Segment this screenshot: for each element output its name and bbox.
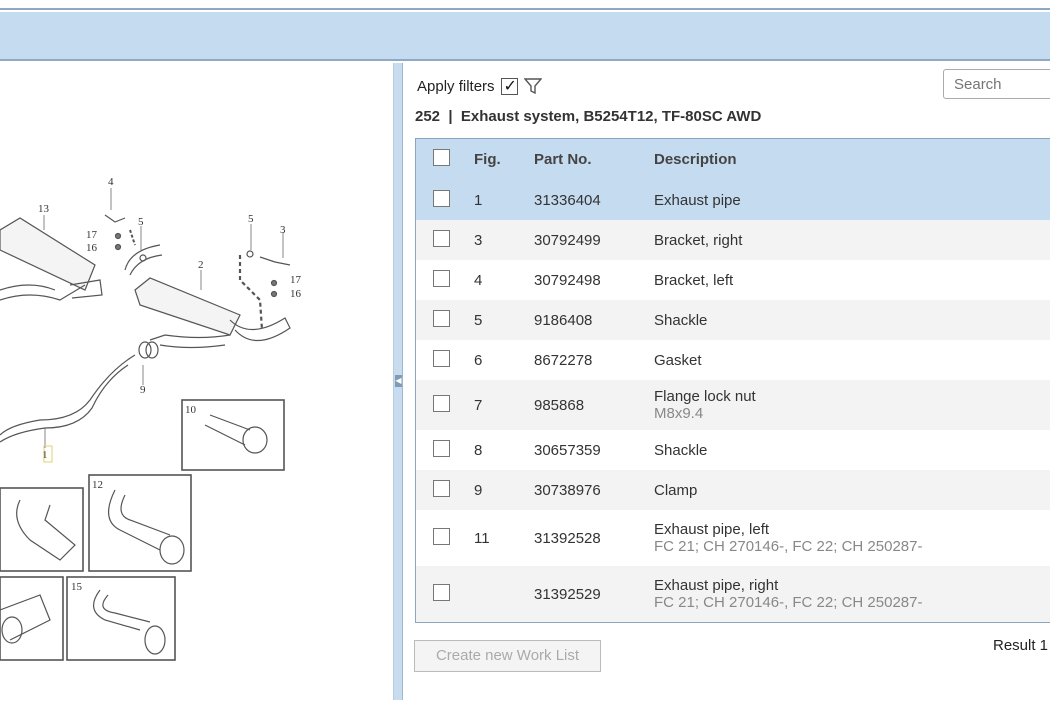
col-description[interactable]: Description xyxy=(654,151,1050,168)
diagram-label[interactable]: 15 xyxy=(71,581,83,593)
create-work-list-button[interactable]: Create new Work List xyxy=(414,640,601,672)
row-checkbox[interactable] xyxy=(433,269,450,287)
row-checkbox[interactable] xyxy=(433,439,450,457)
diagram-label[interactable]: 12 xyxy=(92,479,103,491)
diagram-label[interactable]: 10 xyxy=(185,404,197,416)
diagram-panel: 13 4 5 17 16 2 5 3 17 16 9 1 10 12 15 xyxy=(0,63,394,700)
apply-filters: Apply filters xyxy=(417,76,542,96)
part-no-cell: 31392528 xyxy=(534,529,601,547)
table-row[interactable]: 6 8672278 Gasket xyxy=(416,340,1050,380)
row-checkbox[interactable] xyxy=(433,189,450,207)
description-note: M8x9.4 xyxy=(654,405,704,422)
section-title: 252 | Exhaust system, B5254T12, TF-80SC … xyxy=(415,108,762,125)
row-checkbox[interactable] xyxy=(433,309,450,327)
part-no-cell: 30792498 xyxy=(534,271,601,289)
table-row[interactable]: 3 30792499 Bracket, right xyxy=(416,220,1050,260)
description-cell: Clamp xyxy=(654,481,698,499)
part-no-cell: 30792499 xyxy=(534,231,601,249)
result-count: Result 1 xyxy=(993,637,1049,654)
diagram-label[interactable]: 1 xyxy=(42,449,48,461)
description-note: FC 21; CH 270146-, FC 22; CH 250287- xyxy=(654,594,923,611)
col-part-no[interactable]: Part No. xyxy=(534,151,654,168)
fig-cell: 11 xyxy=(474,529,490,547)
row-checkbox[interactable] xyxy=(433,394,450,412)
part-no-cell: 9186408 xyxy=(534,311,593,329)
part-no-cell: 31336404 xyxy=(534,191,601,209)
row-checkbox[interactable] xyxy=(433,229,450,247)
filter-icon[interactable] xyxy=(523,77,542,95)
description-cell: Exhaust pipe xyxy=(654,191,741,209)
fig-cell: 1 xyxy=(474,191,483,209)
table-row[interactable]: 4 30792498 Bracket, left xyxy=(416,260,1050,300)
table-row[interactable]: 11 31392528 Exhaust pipe, left FC 21; CH … xyxy=(416,510,1050,566)
header-band xyxy=(0,12,1050,61)
diagram-label[interactable]: 2 xyxy=(198,259,204,271)
description-cell: Shackle xyxy=(654,311,708,329)
panel-splitter[interactable]: ◀ xyxy=(394,63,403,700)
diagram-label[interactable]: 3 xyxy=(280,224,286,236)
description-cell: Exhaust pipe, right xyxy=(654,577,779,594)
row-checkbox[interactable] xyxy=(433,583,450,601)
table-row[interactable]: 8 30657359 Shackle xyxy=(416,430,1050,470)
fig-cell: 8 xyxy=(474,441,483,459)
description-cell: Flange lock nut xyxy=(654,388,756,405)
part-no-cell: 30738976 xyxy=(534,481,601,499)
part-no-cell: 985868 xyxy=(534,396,585,414)
diagram-label[interactable]: 17 xyxy=(86,229,98,241)
table-row[interactable]: 9 30738976 Clamp xyxy=(416,470,1050,510)
parts-panel: Apply filters 252 | Exhaust system, B525… xyxy=(403,63,1050,700)
description-cell: Bracket, right xyxy=(654,231,743,249)
table-row[interactable]: 1 31336404 Exhaust pipe xyxy=(416,180,1050,220)
part-no-cell: 30657359 xyxy=(534,441,601,459)
description-cell: Exhaust pipe, left xyxy=(654,521,770,538)
diagram-label[interactable]: 5 xyxy=(248,213,254,225)
diagram-label[interactable]: 9 xyxy=(140,384,146,396)
diagram-label[interactable]: 4 xyxy=(108,176,114,188)
fig-cell: 7 xyxy=(474,396,483,414)
description-note: FC 21; CH 270146-, FC 22; CH 250287- xyxy=(654,538,923,555)
row-checkbox[interactable] xyxy=(433,349,450,367)
select-all-checkbox[interactable] xyxy=(433,149,450,166)
search-input[interactable] xyxy=(943,69,1050,99)
fig-cell: 3 xyxy=(474,231,483,249)
row-checkbox[interactable] xyxy=(433,527,450,545)
apply-filters-label: Apply filters xyxy=(417,77,495,95)
fig-cell: 6 xyxy=(474,351,483,369)
top-strip xyxy=(0,0,1050,10)
exhaust-diagram[interactable]: 13 4 5 17 16 2 5 3 17 16 9 1 10 12 15 xyxy=(0,63,394,700)
part-no-cell: 8672278 xyxy=(534,351,593,369)
fig-cell: 5 xyxy=(474,311,483,329)
diagram-label[interactable]: 17 xyxy=(290,274,302,286)
col-fig[interactable]: Fig. xyxy=(468,151,534,168)
table-row[interactable]: 31392529 Exhaust pipe, right FC 21; CH 27… xyxy=(416,566,1050,622)
diagram-label[interactable]: 16 xyxy=(86,242,98,254)
fig-cell: 4 xyxy=(474,271,483,289)
apply-filters-checkbox[interactable] xyxy=(500,76,518,96)
diagram-label[interactable]: 13 xyxy=(38,203,50,215)
fig-cell: 9 xyxy=(474,481,483,499)
description-cell: Shackle xyxy=(654,441,708,459)
table-row[interactable]: 5 9186408 Shackle xyxy=(416,300,1050,340)
diagram-label[interactable]: 16 xyxy=(290,288,302,300)
diagram-label[interactable]: 5 xyxy=(138,216,144,228)
part-no-cell: 31392529 xyxy=(534,585,601,603)
description-cell: Gasket xyxy=(654,351,702,369)
table-header: Fig. Part No. Description xyxy=(416,139,1050,180)
description-cell: Bracket, left xyxy=(654,271,734,289)
row-checkbox[interactable] xyxy=(433,479,450,497)
table-row[interactable]: 7 985868 Flange lock nut M8x9.4 xyxy=(416,380,1050,430)
collapse-arrow-icon[interactable]: ◀ xyxy=(395,375,402,387)
parts-table: Fig. Part No. Description 1 31336404 Exh… xyxy=(415,138,1050,623)
